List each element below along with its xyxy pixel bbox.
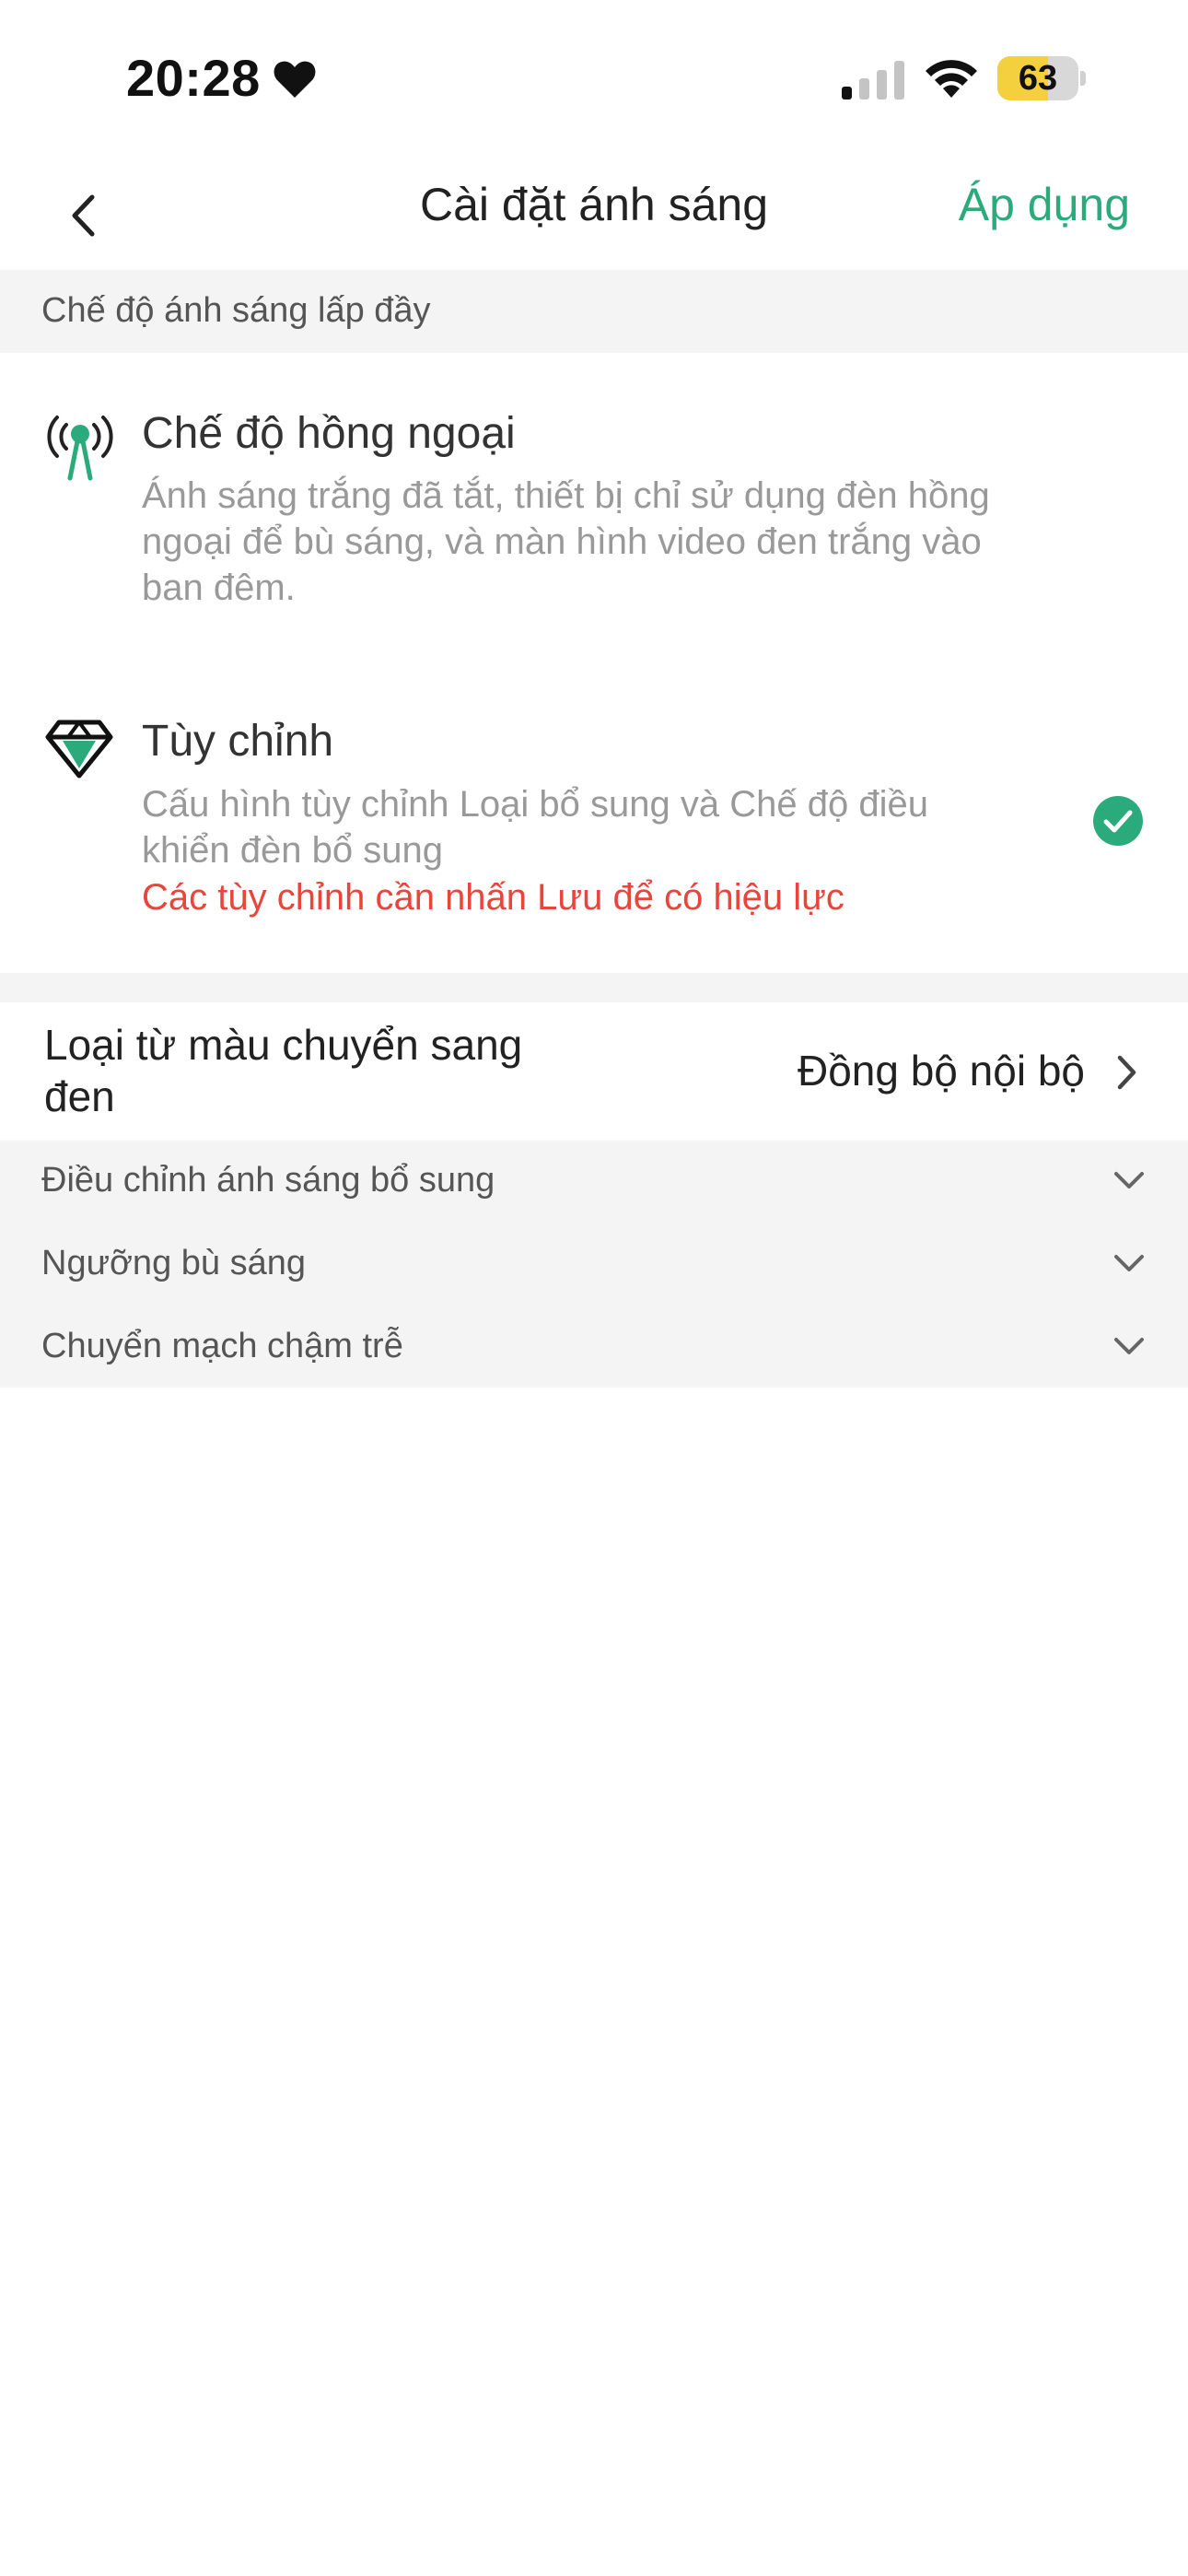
section-header: Chế độ ánh sáng lấp đầy: [0, 270, 1188, 353]
wifi-icon: [926, 60, 977, 98]
diamond-icon: [45, 720, 113, 779]
chevron-down-icon: [1114, 1255, 1144, 1271]
conversion-type-label: Loại từ màu chuyển sang đen: [44, 1021, 523, 1120]
section-divider: [0, 973, 1188, 1002]
conversion-type-value: Đồng bộ nội bộ: [797, 1047, 1085, 1095]
adjustment-label: Ngưỡng bù sáng: [41, 1244, 306, 1282]
battery-level-text: 63: [1018, 58, 1058, 98]
battery-cap: [1080, 71, 1086, 86]
cellular-signal-icon: [842, 61, 904, 100]
adjustment-label: Chuyển mạch chậm trễ: [41, 1327, 403, 1365]
infrared-icon: [47, 416, 113, 481]
adjustment-label: Điều chỉnh ánh sáng bổ sung: [41, 1161, 495, 1200]
mode-option-custom[interactable]: Tùy chỉnh Cấu hình tùy chỉnh Loại bổ sun…: [0, 663, 1188, 973]
nav-bar: Cài đặt ánh sáng Áp dụng: [0, 161, 1188, 270]
chevron-down-icon: [1114, 1338, 1144, 1354]
adjustment-row-threshold[interactable]: Ngưỡng bù sáng: [0, 1224, 1188, 1306]
adjustment-group: Điều chỉnh ánh sáng bổ sung Ngưỡng bù sá…: [0, 1141, 1188, 1388]
mode-title: Chế độ hồng ngoại: [142, 409, 516, 458]
mode-title: Tùy chỉnh: [142, 717, 334, 766]
conversion-type-row[interactable]: Loại từ màu chuyển sang đen Đồng bộ nội …: [0, 1002, 1188, 1141]
status-time: 20:28: [126, 49, 261, 107]
chevron-right-icon: [1117, 1055, 1136, 1090]
heart-icon: [274, 61, 316, 98]
adjustment-row-switch-delay[interactable]: Chuyển mạch chậm trễ: [0, 1306, 1188, 1389]
mode-description: Cấu hình tùy chỉnh Loại bổ sung và Chế đ…: [142, 784, 928, 871]
apply-button[interactable]: Áp dụng: [959, 178, 1130, 231]
check-circle-icon: [1093, 796, 1143, 846]
mode-description: Ánh sáng trắng đã tắt, thiết bị chỉ sử d…: [142, 475, 990, 608]
battery-indicator: 63: [997, 56, 1078, 100]
status-bar: 20:28 63: [0, 0, 1188, 161]
chevron-down-icon: [1114, 1172, 1144, 1188]
mode-option-infrared[interactable]: Chế độ hồng ngoại Ánh sáng trắng đã tắt,…: [0, 353, 1188, 629]
mode-warning: Các tùy chỉnh cần nhấn Lưu để có hiệu lự…: [142, 877, 844, 918]
section-title: Chế độ ánh sáng lấp đầy: [41, 291, 431, 330]
adjustment-row-supplement-light[interactable]: Điều chỉnh ánh sáng bổ sung: [0, 1141, 1188, 1224]
